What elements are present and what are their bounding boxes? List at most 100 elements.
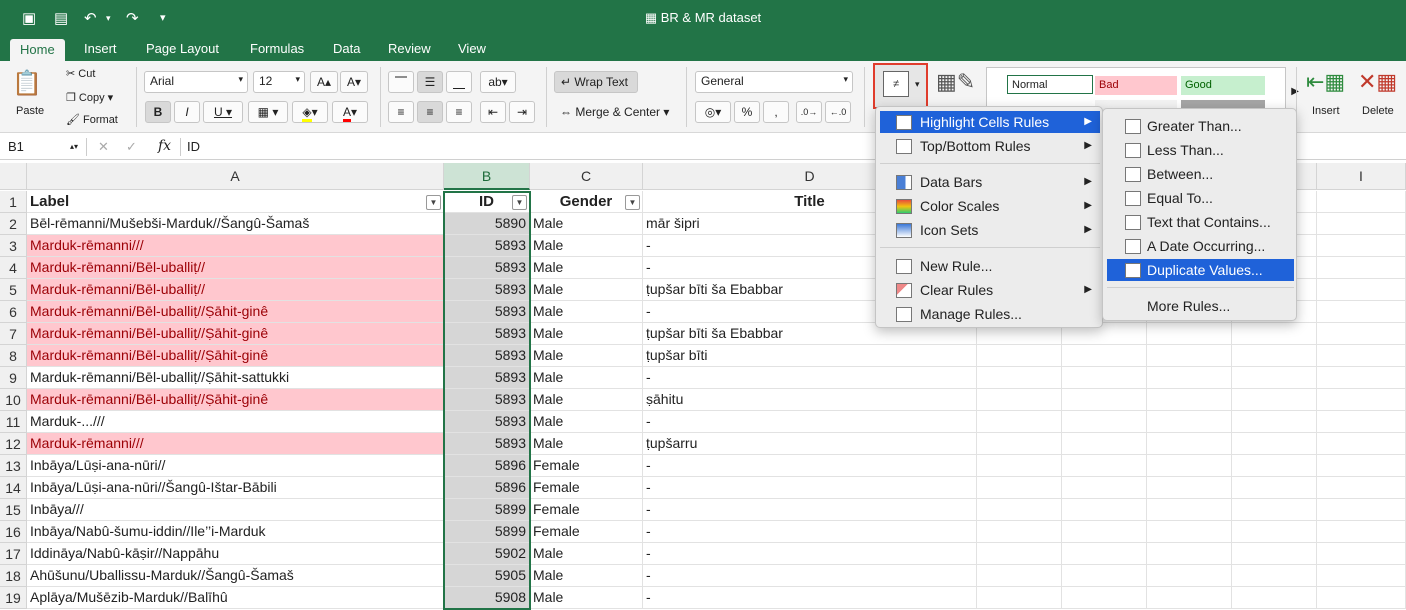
align-center-button[interactable]: ≡ <box>417 101 443 123</box>
tab-home[interactable]: Home <box>10 39 65 61</box>
row-header[interactable]: 12 <box>0 433 27 455</box>
decrease-decimal-button[interactable]: ←.0 <box>825 101 851 123</box>
increase-decimal-button[interactable]: .0→ <box>796 101 822 123</box>
title-cell[interactable]: - <box>643 499 977 521</box>
column-header-i[interactable]: I <box>1317 163 1406 190</box>
gender-cell[interactable]: Male <box>530 411 643 433</box>
row-header[interactable]: 9 <box>0 367 27 389</box>
align-right-button[interactable]: ≡ <box>446 101 472 123</box>
gender-cell[interactable]: Female <box>530 499 643 521</box>
table-cell[interactable] <box>1147 389 1232 411</box>
gender-cell[interactable]: Male <box>530 213 643 235</box>
menu-item-data-bars[interactable]: Data Bars ▶ <box>880 171 1100 193</box>
id-cell[interactable]: 5893 <box>444 257 530 279</box>
title-cell[interactable]: ṭupšar bīti <box>643 345 977 367</box>
table-cell[interactable] <box>1317 411 1406 433</box>
align-bottom-button[interactable]: ⎽ <box>446 71 472 93</box>
id-cell[interactable]: 5893 <box>444 235 530 257</box>
gender-cell[interactable]: Male <box>530 301 643 323</box>
table-cell[interactable] <box>1147 455 1232 477</box>
wrap-text-button[interactable]: ↵ Wrap Text <box>554 71 638 93</box>
table-cell[interactable] <box>1317 345 1406 367</box>
table-cell[interactable] <box>1062 367 1147 389</box>
menu-item-new-rule[interactable]: New Rule... <box>880 255 1100 277</box>
decrease-indent-button[interactable]: ⇤ <box>480 101 506 123</box>
id-cell[interactable]: 5893 <box>444 411 530 433</box>
tab-formulas[interactable]: Formulas <box>240 37 314 61</box>
id-cell[interactable]: 5893 <box>444 433 530 455</box>
submenu-item-equal-to[interactable]: Equal To... <box>1107 187 1294 209</box>
menu-item-top-bottom[interactable]: Top/Bottom Rules ▶ <box>880 135 1100 157</box>
conditional-formatting-button[interactable]: ≠ ▾ <box>873 63 928 109</box>
table-cell[interactable] <box>1147 521 1232 543</box>
gender-cell[interactable]: Male <box>530 323 643 345</box>
insert-function-icon[interactable]: fx <box>158 138 171 154</box>
style-normal[interactable]: Normal <box>1007 75 1093 94</box>
filter-dropdown-icon[interactable]: ▼ <box>512 195 527 210</box>
tab-insert[interactable]: Insert <box>74 37 127 61</box>
submenu-item-date-occurring[interactable]: A Date Occurring... <box>1107 235 1294 257</box>
table-cell[interactable] <box>1232 499 1317 521</box>
enter-icon[interactable]: ✓ <box>126 139 137 155</box>
id-cell[interactable]: 5893 <box>444 345 530 367</box>
delete-cells-icon[interactable]: ✕▦ <box>1358 69 1397 95</box>
table-cell[interactable] <box>1232 345 1317 367</box>
orientation-button[interactable]: ab▾ <box>480 71 516 93</box>
row-header[interactable]: 4 <box>0 257 27 279</box>
id-cell[interactable]: 5902 <box>444 543 530 565</box>
borders-button[interactable]: ▦ ▾ <box>248 101 288 123</box>
id-cell[interactable]: 5899 <box>444 499 530 521</box>
insert-cells-icon[interactable]: ⇤▦ <box>1306 69 1345 95</box>
table-cell[interactable] <box>1232 367 1317 389</box>
table-cell[interactable] <box>1317 367 1406 389</box>
submenu-item-greater-than[interactable]: Greater Than... <box>1107 115 1294 137</box>
submenu-item-duplicate-values[interactable]: Duplicate Values... <box>1107 259 1294 281</box>
header-cell-label[interactable]: Label <box>27 191 444 213</box>
table-cell[interactable] <box>1317 521 1406 543</box>
table-cell[interactable] <box>1317 389 1406 411</box>
label-cell[interactable]: Marduk-rēmanni/Bēl-uballiṭ//Ṣāhit-ginê <box>27 301 444 323</box>
accounting-format-button[interactable]: ◎▾ <box>695 101 731 123</box>
table-cell[interactable] <box>1317 477 1406 499</box>
percent-button[interactable]: % <box>734 101 760 123</box>
table-cell[interactable] <box>977 543 1062 565</box>
table-cell[interactable] <box>1062 521 1147 543</box>
table-cell[interactable] <box>1147 323 1232 345</box>
label-cell[interactable]: Ahūšunu/Uballissu-Marduk//Šangû-Šamaš <box>27 565 444 587</box>
title-cell[interactable]: - <box>643 477 977 499</box>
label-cell[interactable]: Marduk-.../// <box>27 411 444 433</box>
label-cell[interactable]: Marduk-rēmanni/Bēl-uballiṭ// <box>27 279 444 301</box>
title-cell[interactable]: - <box>643 411 977 433</box>
cancel-icon[interactable]: ✕ <box>98 139 109 155</box>
table-cell[interactable] <box>1317 455 1406 477</box>
filter-dropdown-icon[interactable]: ▼ <box>426 195 441 210</box>
align-left-button[interactable]: ≡ <box>388 101 414 123</box>
bold-button[interactable]: B <box>145 101 171 123</box>
row-header[interactable]: 5 <box>0 279 27 301</box>
submenu-item-between[interactable]: Between... <box>1107 163 1294 185</box>
font-name-select[interactable]: Arial ▾ <box>144 71 248 93</box>
style-bad[interactable]: Bad <box>1095 76 1177 95</box>
gender-cell[interactable]: Male <box>530 543 643 565</box>
gender-cell[interactable]: Male <box>530 389 643 411</box>
id-cell[interactable]: 5905 <box>444 565 530 587</box>
label-cell[interactable]: Marduk-rēmanni/Bēl-uballiṭ//Ṣāhit-ginê <box>27 345 444 367</box>
style-good[interactable]: Good <box>1181 76 1265 95</box>
table-cell[interactable] <box>977 477 1062 499</box>
gender-cell[interactable]: Female <box>530 455 643 477</box>
table-cell[interactable] <box>977 389 1062 411</box>
table-cell[interactable] <box>1062 499 1147 521</box>
gender-cell[interactable]: Male <box>530 235 643 257</box>
table-cell[interactable] <box>977 455 1062 477</box>
table-cell[interactable] <box>1147 477 1232 499</box>
table-cell[interactable] <box>1232 587 1317 609</box>
table-cell[interactable] <box>1317 301 1406 323</box>
table-cell[interactable] <box>1147 499 1232 521</box>
label-cell[interactable]: Marduk-rēmanni/// <box>27 433 444 455</box>
insert-button[interactable]: Insert <box>1312 105 1340 117</box>
menu-item-highlight-cells[interactable]: Highlight Cells Rules ▶ <box>880 111 1100 133</box>
tab-review[interactable]: Review <box>378 37 441 61</box>
select-all-corner[interactable] <box>0 163 27 190</box>
row-header[interactable]: 8 <box>0 345 27 367</box>
label-cell[interactable]: Bēl-rēmanni/Mušebši-Marduk//Šangû-Šamaš <box>27 213 444 235</box>
